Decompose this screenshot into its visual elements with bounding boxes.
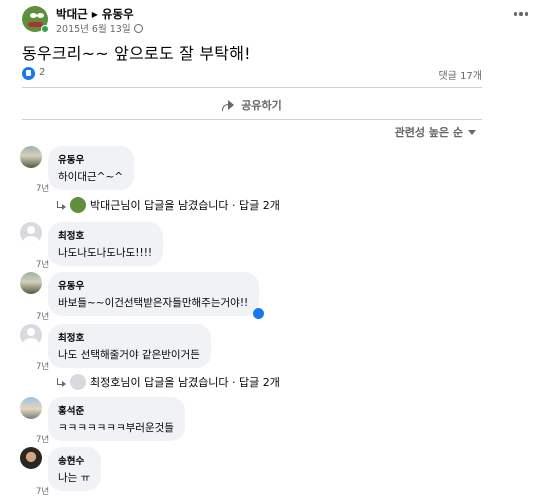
reply-avatar	[70, 374, 86, 390]
like-count[interactable]: 2	[39, 67, 45, 78]
commenter-name[interactable]: 유동우	[58, 278, 248, 292]
comment-time[interactable]: 7년	[36, 182, 49, 194]
comment-count[interactable]: 댓글 17개	[438, 67, 482, 82]
commenter-avatar[interactable]	[20, 222, 42, 244]
reply-avatar	[70, 197, 86, 213]
comment-time[interactable]: 7년	[36, 360, 49, 372]
commenter-avatar[interactable]	[20, 447, 42, 469]
arrow-right-icon: ▶	[91, 9, 98, 19]
reply-arrow-icon	[56, 378, 66, 387]
comment-text: 하이대근^~^	[58, 171, 124, 183]
author-name[interactable]: 박대근	[56, 6, 88, 22]
comment-text: 나도 선택해줄거야 같은반이거든	[58, 349, 200, 361]
divider	[22, 87, 482, 88]
comment-bubble: 최정호 나도나도나도나도!!!!	[48, 222, 164, 266]
sort-dropdown[interactable]: 관련성 높은 순	[395, 124, 476, 140]
comment-time[interactable]: 7년	[36, 433, 49, 445]
share-button[interactable]: 공유하기	[22, 92, 482, 118]
commenter-avatar[interactable]	[20, 146, 42, 168]
commenter-avatar[interactable]	[20, 272, 42, 294]
more-options-button[interactable]	[513, 12, 528, 16]
replies-link[interactable]: 최정호님이 답글을 남겼습니다 · 답글 2개	[56, 374, 280, 390]
commenter-avatar[interactable]	[20, 324, 42, 346]
comment-time[interactable]: 7년	[36, 258, 49, 270]
commenter-avatar[interactable]	[20, 397, 42, 419]
reply-arrow-icon	[56, 201, 66, 210]
like-reaction-icon[interactable]	[252, 307, 266, 320]
post-date-text[interactable]: 2015년 6월 13일	[56, 21, 131, 35]
post-date: 2015년 6월 13일	[56, 21, 143, 35]
share-label: 공유하기	[241, 99, 282, 112]
comment-bubble: 송현수 나는 ㅠ	[48, 447, 102, 491]
replies-text: 최정호님이 답글을 남겼습니다 · 답글 2개	[90, 376, 280, 389]
comment-text: 나도나도나도나도!!!!	[58, 247, 153, 259]
comment-bubble: 유동우 하이대근^~^	[48, 146, 135, 190]
globe-icon	[133, 23, 143, 33]
commenter-name[interactable]: 송현수	[58, 453, 90, 467]
comment-text: 나는 ㅠ	[58, 472, 91, 484]
replies-text: 박대근님이 답글을 남겼습니다 · 답글 2개	[90, 199, 280, 212]
divider	[22, 119, 482, 120]
comment-bubble: 최정호 나도 선택해줄거야 같은반이거든	[48, 324, 211, 368]
comment-time[interactable]: 7년	[36, 485, 49, 497]
commenter-name[interactable]: 최정호	[58, 330, 200, 344]
commenter-name[interactable]: 홍석준	[58, 403, 174, 417]
replies-link[interactable]: 박대근님이 답글을 남겼습니다 · 답글 2개	[56, 197, 280, 213]
comment-text: ㅋㅋㅋㅋㅋㅋㅋ부러운것들	[58, 422, 174, 434]
commenter-name[interactable]: 유동우	[58, 152, 123, 166]
author-line: 박대근 ▶ 유동우	[56, 6, 134, 22]
post-text: 동우크리~~ 앞으로도 잘 부탁해!	[22, 44, 251, 63]
like-icon[interactable]	[22, 67, 35, 80]
sort-caret-icon	[468, 129, 476, 135]
more-icon	[513, 12, 517, 16]
comment-bubble: 홍석준 ㅋㅋㅋㅋㅋㅋㅋ부러운것들	[48, 397, 185, 441]
post-header: 박대근 ▶ 유동우 2015년 6월 13일	[22, 6, 532, 36]
online-status-icon	[41, 25, 49, 33]
target-name[interactable]: 유동우	[102, 6, 134, 22]
post-stats: 2 댓글 17개	[22, 66, 482, 82]
comment-bubble: 유동우 바보들~~이건선택받은자들만해주는거야!!	[48, 272, 266, 320]
share-icon	[222, 99, 235, 111]
comment-text: 바보들~~이건선택받은자들만해주는거야!!	[58, 297, 249, 309]
commenter-name[interactable]: 최정호	[58, 228, 152, 242]
comment-time[interactable]: 7년	[36, 310, 49, 322]
sort-label: 관련성 높은 순	[394, 126, 463, 139]
